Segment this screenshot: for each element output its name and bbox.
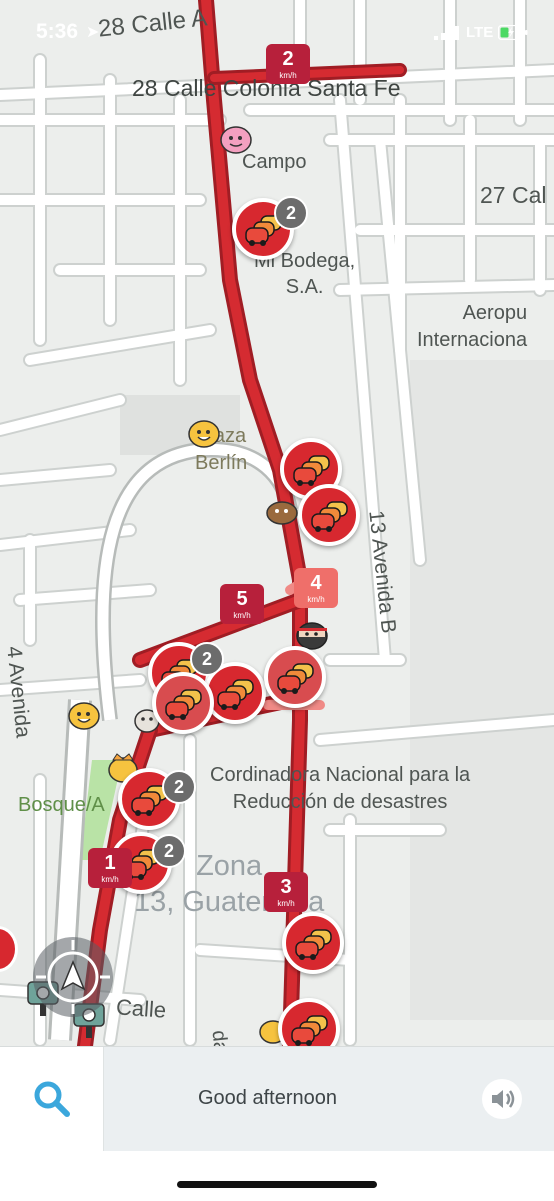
greeting-text: Good afternoon <box>198 1087 337 1109</box>
traffic-jam-icon <box>291 1015 328 1046</box>
place-label-cordinadora: Cordinadora Nacional para la Reducción d… <box>210 762 470 816</box>
speed-unit: km/h <box>279 71 297 80</box>
zona-line-1: Zona <box>196 850 263 882</box>
speed-value: 1 <box>104 852 116 874</box>
traffic-jam-marker[interactable] <box>264 646 326 708</box>
bottom-bar: Good afternoon <box>0 1046 554 1201</box>
speed-value: 5 <box>236 588 248 610</box>
greeting-bar[interactable]: Good afternoon <box>104 1047 554 1151</box>
wazer-pink-icon[interactable] <box>218 124 254 158</box>
recenter-button[interactable] <box>30 934 116 1020</box>
map-canvas[interactable]: 28 Calle A 28 Calle Colonia Santa Fe Cam… <box>0 0 554 1060</box>
cordinadora-line-1: Cordinadora Nacional para la <box>210 764 471 786</box>
jam-count-badge: 2 <box>190 642 224 676</box>
traffic-jam-icon <box>295 929 332 960</box>
jam-count-badge: 2 <box>152 834 186 868</box>
network-type: LTE <box>466 24 494 41</box>
traffic-jam-icon <box>311 501 348 532</box>
battery-icon <box>498 25 528 40</box>
speed-marker-5[interactable]: 5 km/h <box>220 584 264 624</box>
signal-bars-icon <box>434 26 459 40</box>
search-icon <box>34 1081 70 1117</box>
speed-marker-3[interactable]: 3 km/h <box>264 872 308 912</box>
speaker-icon <box>492 1090 515 1108</box>
speed-unit: km/h <box>277 899 295 908</box>
wazer-yellow-icon[interactable] <box>66 700 102 734</box>
location-arrow-icon: ➤ <box>86 24 100 41</box>
traffic-jam-icon <box>165 689 202 720</box>
home-indicator[interactable] <box>177 1181 377 1188</box>
aeropuerto-line-2: Internaciona <box>417 329 528 351</box>
speed-marker-4[interactable]: 4 km/h <box>294 568 338 608</box>
traffic-jam-marker[interactable] <box>152 672 214 734</box>
status-bar: 5:36 ➤ LTE <box>0 0 554 66</box>
speed-unit: km/h <box>101 875 119 884</box>
traffic-jam-icon <box>277 663 314 694</box>
wazer-yellow-icon[interactable] <box>186 418 222 452</box>
traffic-jam-icon <box>293 455 330 486</box>
place-label-bosque: Bosque/A <box>18 794 105 816</box>
place-label-aeropuerto: Aeropu Internaciona <box>417 300 527 354</box>
jam-count-badge: 2 <box>274 196 308 230</box>
traffic-jam-marker[interactable] <box>282 912 344 974</box>
plaza-line-2: Berlín <box>195 452 248 474</box>
aeropuerto-line-1: Aeropu <box>462 302 528 324</box>
jam-count-badge: 2 <box>162 770 196 804</box>
traffic-jam-marker[interactable] <box>298 484 360 546</box>
street-label-calle-bottom: Calle <box>115 994 167 1023</box>
search-button[interactable] <box>0 1047 104 1151</box>
sound-button[interactable] <box>482 1079 522 1119</box>
status-time: 5:36 <box>36 20 79 43</box>
speed-unit: km/h <box>233 611 251 620</box>
speed-unit: km/h <box>307 595 325 604</box>
street-label-27-calle: 27 Cal <box>480 182 547 208</box>
cordinadora-line-2: Reducción de desastres <box>232 791 448 813</box>
speed-marker-1[interactable]: 1 km/h <box>88 848 132 888</box>
bodega-line-2: S.A. <box>285 276 324 298</box>
wazer-brown-icon[interactable] <box>264 498 300 528</box>
speed-value: 4 <box>310 572 322 594</box>
speed-value: 3 <box>280 876 292 898</box>
traffic-jam-icon <box>217 679 254 710</box>
